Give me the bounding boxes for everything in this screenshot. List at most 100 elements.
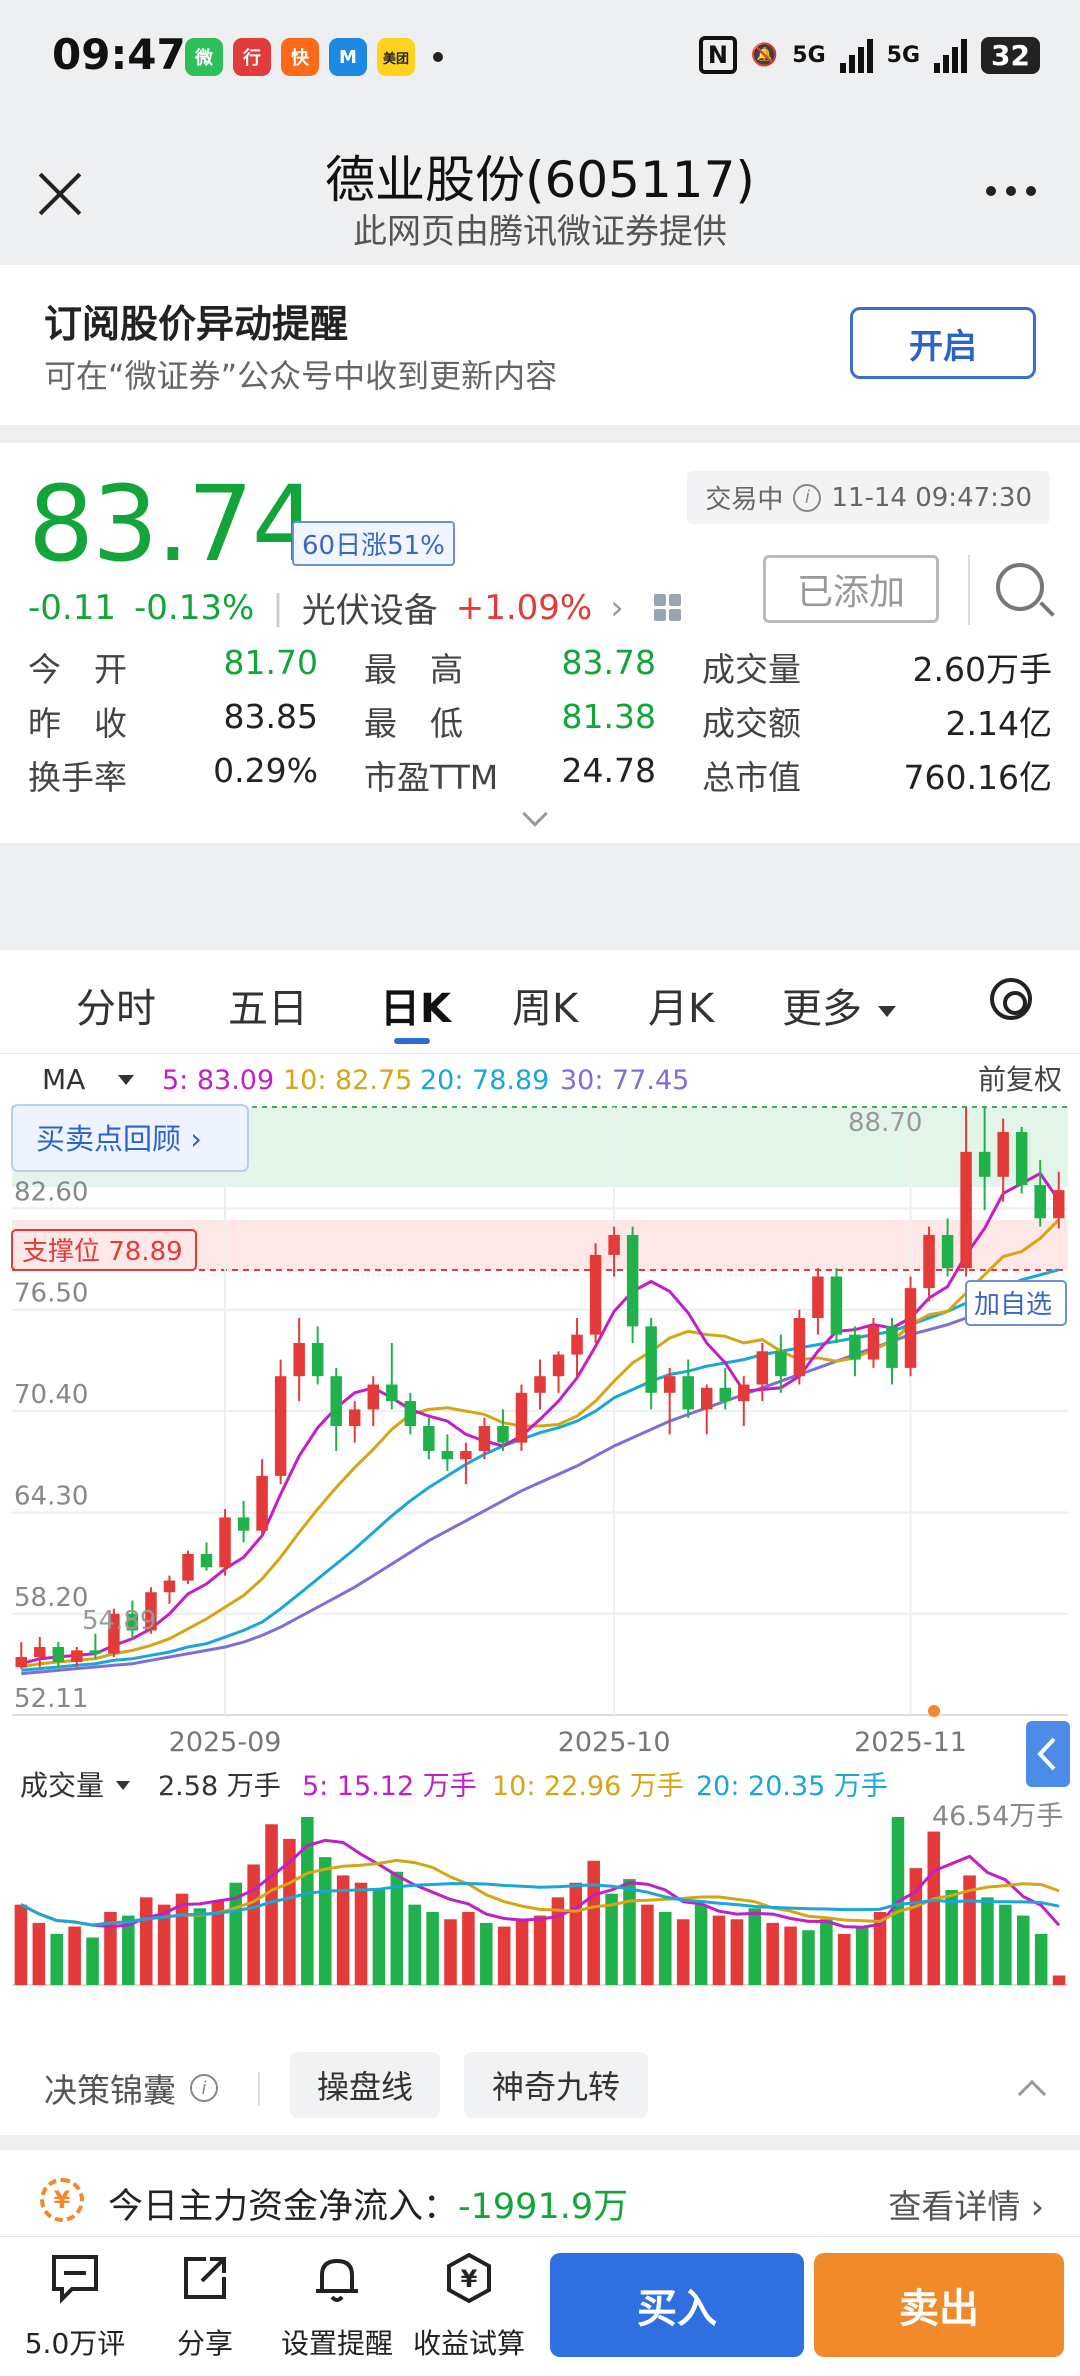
volume-bar <box>730 1919 744 1985</box>
profit-calc-button[interactable]: ¥ 收益试算 <box>404 2251 534 2362</box>
share-button[interactable]: 分享 <box>140 2251 270 2362</box>
candle-body <box>348 1409 361 1427</box>
current-price: 83.74 <box>28 463 318 585</box>
trading-status: 交易中 i 11-14 09:47:30 <box>687 471 1050 524</box>
ma10-legend: 10: 82.75 <box>283 1065 412 1096</box>
volume-bar <box>68 1926 81 1985</box>
candle-body <box>441 1450 454 1460</box>
volume-bar <box>408 1904 421 1985</box>
candle-body <box>237 1517 250 1531</box>
tab-0[interactable]: 分时 <box>76 976 156 1034</box>
grid-icon[interactable] <box>653 594 681 621</box>
chevron-right-icon[interactable]: › <box>610 588 624 628</box>
mute-icon: 🔕 <box>750 42 779 68</box>
magic-nine-button[interactable]: 神奇九转 <box>464 2052 648 2118</box>
fund-flow-row[interactable]: ¥ 今日主力资金净流入：-1991.9万 查看详情 › <box>0 2150 1080 2250</box>
candle-body <box>52 1647 65 1662</box>
candle-body <box>311 1342 324 1377</box>
candle-body <box>645 1326 657 1393</box>
more-notifications-dot <box>433 52 443 62</box>
set-alert-button[interactable]: 设置提醒 <box>272 2251 402 2362</box>
stat-label: 总市值 <box>702 758 801 797</box>
y-tick-label: 64.30 <box>14 1481 88 1511</box>
candle-body <box>997 1131 1009 1177</box>
candle-body <box>330 1376 342 1427</box>
signal-1-label: 5G <box>792 42 826 68</box>
tab-3[interactable]: 周K <box>512 976 578 1034</box>
collapse-chevron-icon[interactable] <box>1017 2079 1047 2109</box>
buy-button[interactable]: 买入 <box>550 2253 804 2357</box>
candle-body <box>219 1517 231 1568</box>
volume-bar <box>301 1816 314 1985</box>
yuan-hexagon-icon: ¥ <box>447 2252 491 2304</box>
candle-body <box>756 1351 769 1385</box>
chart-settings-icon[interactable] <box>990 978 1032 1020</box>
tab-4[interactable]: 月K <box>648 976 714 1034</box>
info-icon[interactable]: i <box>190 2074 218 2102</box>
stat-value: 760.16亿 <box>903 758 1052 797</box>
adjust-mode: 前复权 <box>978 1063 1062 1096</box>
subscribe-title: 订阅股价异动提醒 <box>44 302 349 346</box>
stat-value: 81.38 <box>561 697 656 736</box>
volume-bar <box>927 1831 941 1985</box>
chart-panel: 分时 五日 日K 周K 月K 更多 MA 5: 83.09 10: 82.75 20: 78.8… <box>0 950 1080 2130</box>
candle-body <box>552 1354 565 1377</box>
candle-body <box>849 1334 861 1360</box>
ma5-legend: 5: 83.09 <box>162 1065 274 1096</box>
page-title: 德业股份(605117) <box>325 151 755 209</box>
ma30-legend: 30: 77.45 <box>560 1065 689 1096</box>
candle-body <box>515 1392 528 1443</box>
bottom-bar: 5.0万评 分享 设置提醒 ¥ 收益试算 买入 卖出 <box>0 2236 1080 2376</box>
quote-time: 11-14 09:47:30 <box>831 482 1032 513</box>
stat-label: 市盈TTM <box>364 758 499 797</box>
ma30-line <box>21 1292 1060 1676</box>
stat-label: 最 高 <box>364 650 463 689</box>
volume-bar <box>569 1882 583 1985</box>
volume-bar <box>533 1915 547 1985</box>
tab-5[interactable]: 更多 <box>782 976 896 1034</box>
candle-body <box>775 1351 787 1377</box>
trading-line-button[interactable]: 操盘线 <box>290 2052 440 2118</box>
y-tick-label: 52.11 <box>14 1684 88 1714</box>
bank-app-icon: 行 <box>233 38 271 76</box>
volume-bar <box>247 1864 260 1985</box>
sixty-day-badge[interactable]: 60日涨51% <box>292 521 455 566</box>
view-details-link[interactable]: 查看详情 › <box>888 2180 1044 2228</box>
support-label: 支撑位 78.89 <box>22 1237 183 1267</box>
tab-2[interactable]: 日K <box>380 976 451 1034</box>
volume-bar <box>676 1919 690 1985</box>
search-icon[interactable] <box>996 563 1044 611</box>
comments-button[interactable]: 5.0万评 <box>10 2251 140 2362</box>
subscribe-banner: 订阅股价异动提醒 可在“微证券”公众号中收到更新内容 开启 <box>0 265 1080 425</box>
tab-1[interactable]: 五日 <box>228 976 308 1034</box>
info-icon[interactable]: i <box>793 483 822 512</box>
decision-label-text: 决策锦囊 <box>44 2071 176 2110</box>
volume-bar <box>193 1908 207 1985</box>
more-options-icon[interactable] <box>986 186 1036 196</box>
stats-row: 换手率 0.29% 市盈TTM 24.78 总市值 760.16亿 <box>28 751 1052 797</box>
tab-label: 日K <box>380 986 451 1032</box>
y-tick-label: 76.50 <box>14 1279 88 1309</box>
ma10-line <box>21 1218 1060 1669</box>
sector-name[interactable]: 光伏设备 <box>302 583 438 632</box>
kline-chart[interactable]: MA 5: 83.09 10: 82.75 20: 78.89 30: 77.45 前复权… <box>0 1055 1080 2040</box>
expand-chevron-icon[interactable] <box>522 801 548 827</box>
divider <box>968 555 970 625</box>
signal-1-icon <box>839 37 873 73</box>
volume-selector: 成交量 <box>20 1769 104 1802</box>
subscribe-enable-button[interactable]: 开启 <box>850 307 1036 379</box>
stat-label: 最 低 <box>364 704 463 743</box>
candle-body <box>293 1342 305 1377</box>
added-watchlist-button[interactable]: 已添加 <box>763 555 939 623</box>
status-time: 09:47 <box>52 30 186 79</box>
sell-button[interactable]: 卖出 <box>814 2253 1064 2357</box>
decision-bar: 决策锦囊 i 操盘线 神奇九转 <box>0 2040 1080 2135</box>
signal-2-label: 5G <box>886 42 921 68</box>
tab-label: 五日 <box>228 986 308 1032</box>
notification-icons: 微行快 M 美团 <box>185 38 443 76</box>
sector-change[interactable]: +1.09% <box>456 588 593 628</box>
set-alert-label: 设置提醒 <box>280 2327 393 2360</box>
candle-body <box>738 1384 750 1402</box>
x-tick-label: 2025-09 <box>169 1727 282 1758</box>
candle-body <box>960 1151 972 1269</box>
